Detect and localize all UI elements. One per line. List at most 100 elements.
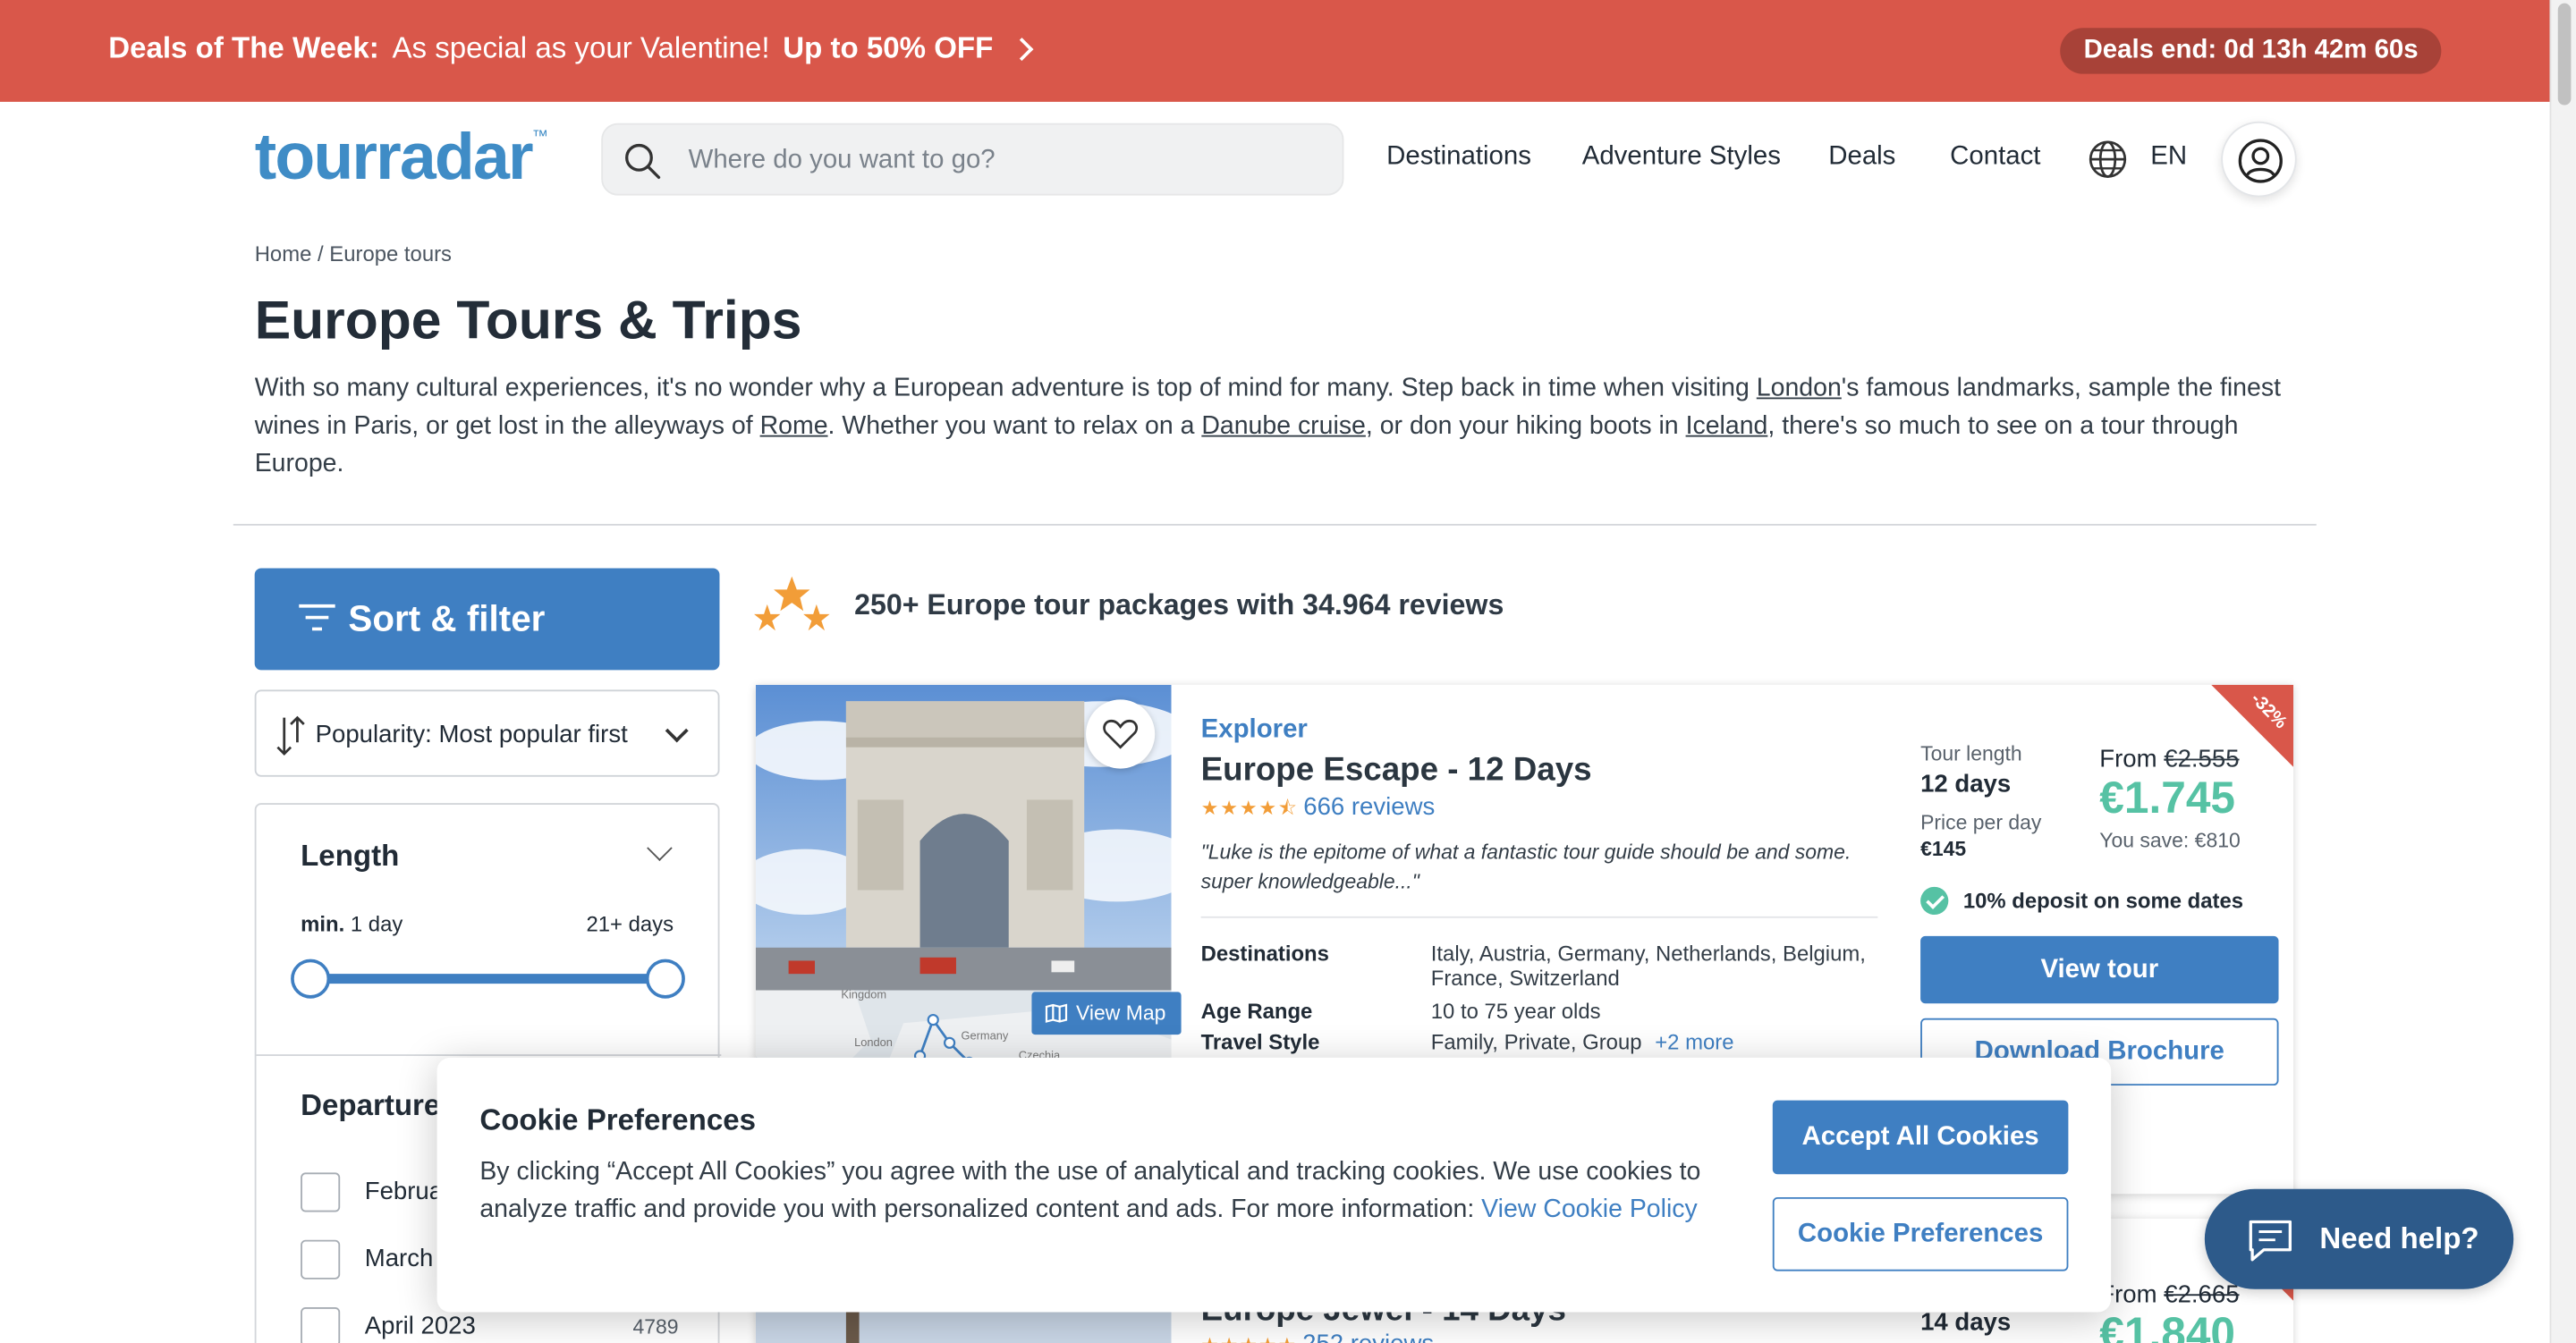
chevron-down-icon xyxy=(665,719,689,743)
view-map-button[interactable]: View Map xyxy=(1031,992,1181,1035)
heart-icon xyxy=(1103,719,1139,749)
deals-offer: Up to 50% OFF xyxy=(783,30,994,64)
detail-destinations: Italy, Austria, Germany, Netherlands, Be… xyxy=(1430,941,1866,991)
deposit-info: 10% deposit on some dates xyxy=(1920,886,2244,916)
map-icon xyxy=(1045,1003,1068,1023)
page-title: Europe Tours & Trips xyxy=(254,289,802,351)
tour-length-value: 12 days xyxy=(1920,770,2012,798)
detail-label: Age Range xyxy=(1200,998,1313,1024)
departure-checkbox[interactable] xyxy=(301,1307,341,1343)
link-london[interactable]: London xyxy=(1757,375,1842,402)
tour-length-value: 14 days xyxy=(1920,1308,2012,1338)
nav-deals[interactable]: Deals xyxy=(1828,143,1895,173)
length-min-value: 1 day xyxy=(350,911,403,936)
search-bar[interactable] xyxy=(601,122,1344,196)
reviews-link[interactable]: 666 reviews xyxy=(1303,793,1435,821)
scrollbar-thumb[interactable] xyxy=(2557,3,2572,106)
detail-age-range: 10 to 75 year olds xyxy=(1430,998,1601,1024)
link-danube-cruise[interactable]: Danube cruise xyxy=(1201,412,1366,440)
chat-icon xyxy=(2249,1220,2292,1262)
globe-icon[interactable] xyxy=(2087,138,2130,181)
detail-label: Destinations xyxy=(1200,941,1329,966)
tour-rating: ★★★★⯪ 666 reviews xyxy=(1201,793,1436,821)
user-account-button[interactable] xyxy=(2221,121,2297,198)
chevron-down-icon[interactable] xyxy=(647,835,673,861)
detail-value: Italy, Austria, Germany, Netherlands, Be… xyxy=(1431,941,1875,990)
deals-banner[interactable]: Deals of The Week: As special as your Va… xyxy=(0,0,2550,102)
breadcrumb[interactable]: Home / Europe tours xyxy=(255,241,452,266)
departure-checkbox[interactable] xyxy=(301,1239,341,1280)
map-label: London xyxy=(854,1035,893,1049)
sort-filter-button[interactable]: Sort & filter xyxy=(254,568,720,671)
intro-text: , or don your hiking boots in xyxy=(1365,412,1686,441)
cookie-dialog-text: By clicking “Accept All Cookies” you agr… xyxy=(479,1153,1728,1228)
results-summary: 250+ Europe tour packages with 34.964 re… xyxy=(854,587,1504,621)
logo-text: tourradar xyxy=(254,121,534,194)
view-map-label: View Map xyxy=(1076,1001,1166,1026)
page-scrollbar[interactable] xyxy=(2549,0,2576,1343)
chevron-right-icon xyxy=(1009,37,1033,61)
discount-ribbon: -32% xyxy=(2211,684,2294,767)
search-icon[interactable] xyxy=(623,141,662,181)
tour-length-label: Tour length xyxy=(1920,742,2022,765)
filter-divider xyxy=(256,1054,722,1056)
map-label: Kingdom xyxy=(841,991,886,1001)
tour-title[interactable]: Europe Escape - 12 Days xyxy=(1201,752,1592,790)
nav-contact[interactable]: Contact xyxy=(1950,143,2040,173)
nav-adventure-styles[interactable]: Adventure Styles xyxy=(1582,143,1781,173)
accept-all-cookies-button[interactable]: Accept All Cookies xyxy=(1772,1100,2069,1175)
reviews-link[interactable]: 252 reviews xyxy=(1302,1330,1434,1343)
link-rome[interactable]: Rome xyxy=(760,412,828,440)
map-label: Germany xyxy=(961,1029,1008,1043)
price-per-day-value: €145 xyxy=(1920,837,1967,861)
search-input[interactable] xyxy=(688,138,1313,184)
filter-icon xyxy=(299,604,335,631)
tour-price: €1.745 xyxy=(2099,773,2236,824)
price-per-day-label: Price per day xyxy=(1920,811,2042,835)
deals-banner-text[interactable]: Deals of The Week: As special as your Va… xyxy=(108,30,1033,66)
discount-label: -32% xyxy=(2247,688,2292,733)
tour-price: €1.840 xyxy=(2099,1308,2236,1343)
departure-checkbox[interactable] xyxy=(301,1172,341,1212)
length-slider-min-handle[interactable] xyxy=(291,959,331,999)
detail-value: 10 to 75 year olds xyxy=(1431,999,1875,1024)
departure-option[interactable]: April 2023 4789 xyxy=(301,1307,679,1343)
detail-travel-style: Family, Private, Group xyxy=(1430,1029,1642,1055)
intro-text: . Whether you want to relax on a xyxy=(827,412,1202,441)
logo-trademark: ™ xyxy=(531,128,549,147)
page-intro: With so many cultural experiences, it's … xyxy=(255,369,2292,483)
sort-arrows-icon xyxy=(276,715,305,756)
departure-filter-title[interactable]: Departure xyxy=(301,1089,440,1124)
detail-value: Family, Private, Group +2 more xyxy=(1431,1030,1875,1055)
need-help-label: Need help? xyxy=(2319,1221,2479,1255)
language-selector[interactable]: EN xyxy=(2150,143,2187,173)
more-styles-link[interactable]: +2 more xyxy=(1655,1030,1733,1055)
departure-option-count: 4789 xyxy=(632,1315,679,1339)
section-divider xyxy=(233,523,2317,526)
nav-destinations[interactable]: Destinations xyxy=(1386,143,1531,173)
departure-option-label: April 2023 xyxy=(364,1312,476,1340)
review-stars-icon xyxy=(754,576,830,631)
detail-label: Travel Style xyxy=(1200,1029,1320,1055)
length-max-label: 21+ days xyxy=(586,911,674,936)
star-rating-icon: ★★★★★ xyxy=(1201,1333,1298,1343)
length-slider-max-handle[interactable] xyxy=(645,959,685,999)
wishlist-button[interactable] xyxy=(1086,699,1156,769)
review-quote: "Luke is the epitome of what a fantastic… xyxy=(1200,840,1852,894)
deposit-text: 10% deposit on some dates xyxy=(1962,888,2244,914)
tour-operator-style[interactable]: Explorer xyxy=(1201,716,1308,746)
cookie-policy-link[interactable]: View Cookie Policy xyxy=(1481,1195,1698,1223)
length-filter-title[interactable]: Length xyxy=(301,840,399,874)
sort-select[interactable]: Popularity: Most popular first xyxy=(254,689,720,777)
deals-countdown: Deals end: 0d 13h 42m 60s xyxy=(2060,28,2442,74)
deals-text: As special as your Valentine! xyxy=(392,30,770,64)
tourradar-logo[interactable]: tourradar™ xyxy=(255,122,548,196)
tour-rating: ★★★★★ 252 reviews xyxy=(1201,1330,1435,1343)
view-tour-button[interactable]: View tour xyxy=(1920,935,2279,1004)
card-divider xyxy=(1200,916,1878,918)
need-help-chat-button[interactable]: Need help? xyxy=(2204,1188,2514,1289)
link-iceland[interactable]: Iceland xyxy=(1686,412,1768,440)
page-root: Deals of The Week: As special as your Va… xyxy=(0,0,2576,1343)
cookie-preferences-button[interactable]: Cookie Preferences xyxy=(1772,1196,2069,1271)
length-slider-track[interactable] xyxy=(310,974,665,984)
